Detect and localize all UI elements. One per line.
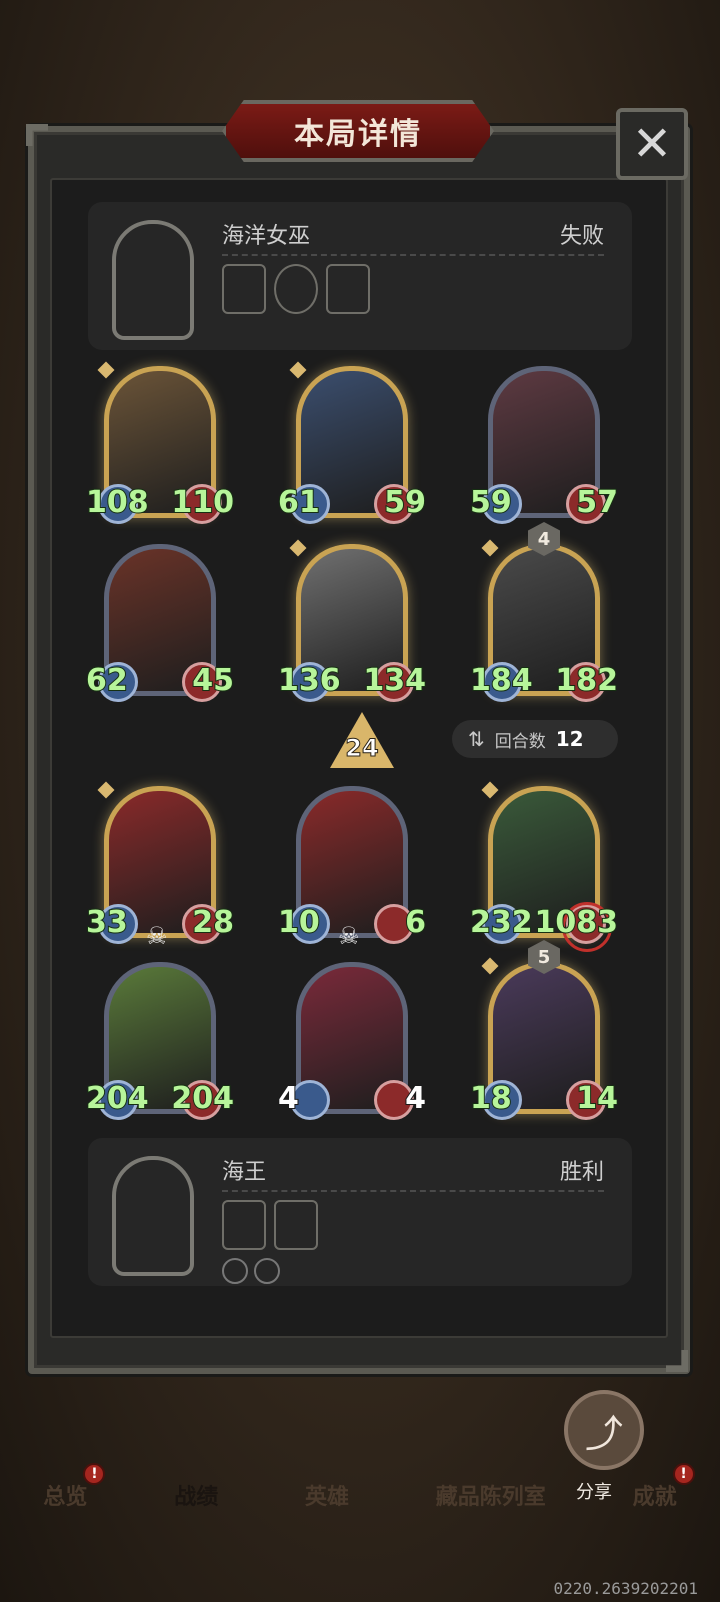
tab-label: 战绩 — [174, 1485, 219, 1510]
divider — [222, 254, 604, 256]
unit-card[interactable]: 44 — [277, 958, 427, 1120]
notification-badge: ! — [83, 1463, 106, 1485]
winner-traits — [222, 1258, 280, 1284]
golden-gem-icon — [481, 539, 499, 557]
divider — [222, 1190, 604, 1192]
bottom-tab-bar: 总览 ! 战绩 英雄 藏品陈列室 成就 ! — [0, 1460, 720, 1530]
rounds-value: 12 — [555, 727, 584, 751]
unit-card[interactable]: 204 204 — [85, 958, 235, 1120]
attack-value: 184 — [469, 662, 534, 699]
tab-overview[interactable]: 总览 ! — [43, 1463, 106, 1511]
attack-value: 59 — [469, 484, 513, 521]
golden-gem-icon — [289, 361, 307, 379]
attack-value: 232 — [469, 904, 534, 941]
claw-trait-icon[interactable] — [254, 1258, 280, 1284]
unit-card[interactable]: 61 59 — [277, 361, 427, 524]
hero-item-icon[interactable] — [222, 1200, 266, 1250]
health-value: 59 — [383, 484, 427, 521]
health-value: 45 — [191, 662, 235, 699]
golden-gem-icon — [97, 781, 115, 799]
tab-record[interactable]: 战绩 — [174, 1479, 218, 1511]
attack-value: 10 — [277, 904, 321, 941]
sword-trait-icon[interactable] — [222, 1258, 248, 1284]
attack-value: 18 — [469, 1080, 513, 1117]
close-icon: ✕ — [631, 116, 673, 172]
unit-card[interactable]: 136 134 — [277, 539, 427, 702]
unit-card[interactable]: 5 18 14 — [469, 940, 619, 1120]
tab-achievements[interactable]: 成就 ! — [632, 1463, 695, 1511]
opponent-portrait[interactable] — [112, 220, 194, 340]
book-icon[interactable] — [326, 264, 370, 314]
health-value: 14 — [575, 1080, 619, 1117]
tab-label: 英雄 — [304, 1485, 349, 1510]
golden-gem-icon — [97, 361, 115, 379]
unit-card[interactable]: 59 57 — [469, 362, 619, 524]
tab-label: 成就 — [632, 1485, 677, 1510]
close-button[interactable]: ✕ — [616, 108, 688, 180]
tab-label: 总览 — [43, 1485, 88, 1510]
book-icon[interactable] — [274, 1200, 318, 1250]
rounds-label: 回合数 — [494, 731, 546, 752]
health-value: 57 — [575, 484, 619, 521]
winner-player-card[interactable]: 海王 胜利 — [88, 1138, 632, 1286]
unit-card[interactable]: 4 184 182 — [469, 522, 619, 702]
winner-result: 胜利 — [559, 1160, 604, 1185]
orb-icon[interactable] — [274, 264, 318, 314]
unit-card[interactable]: 10 6 ☠ — [277, 782, 427, 950]
opponent-player-card[interactable]: 海洋女巫 失败 — [88, 202, 632, 350]
attack-value: 33 — [85, 904, 129, 941]
unit-card[interactable]: 33 28 ☠ — [85, 781, 235, 950]
tab-heroes[interactable]: 英雄 — [305, 1479, 349, 1511]
notification-badge: ! — [672, 1463, 695, 1485]
health-value: 4 — [404, 1080, 427, 1117]
cauldron-icon[interactable] — [222, 264, 266, 314]
golden-gem-icon — [481, 781, 499, 799]
tab-label: 藏品陈列室 — [435, 1485, 546, 1510]
skull-icon: ☠ — [338, 922, 360, 950]
health-value: 6 — [404, 904, 427, 941]
attack-value: 61 — [277, 484, 321, 521]
rounds-counter: ⇅ 回合数 12 — [452, 720, 618, 758]
golden-gem-icon — [289, 539, 307, 557]
level-value: 24 — [345, 734, 379, 763]
winner-name: 海王 — [222, 1160, 267, 1185]
winner-items — [222, 1200, 318, 1250]
session-id: 0220.2639202201 — [553, 1579, 699, 1598]
health-value: 1083 — [534, 904, 619, 941]
health-value: 204 — [170, 1080, 235, 1117]
tab-collection[interactable]: 藏品陈列室 — [436, 1479, 546, 1511]
health-value: 28 — [191, 904, 235, 941]
attack-value: 4 — [277, 1080, 300, 1117]
opponent-name: 海洋女巫 — [222, 224, 311, 249]
swap-icon: ⇅ — [468, 727, 485, 751]
opponent-items — [222, 264, 370, 314]
unit-card[interactable]: 62 45 — [85, 540, 235, 702]
skull-icon: ☠ — [146, 922, 168, 950]
winner-portrait[interactable] — [112, 1156, 194, 1276]
unit-card[interactable]: 108 110 — [85, 361, 235, 524]
attack-value: 108 — [85, 484, 150, 521]
panel-title: 本局详情 — [294, 117, 422, 152]
unit-card[interactable]: 232 1083 — [469, 781, 619, 952]
share-button[interactable]: ⤴ — [564, 1390, 644, 1470]
attack-value: 204 — [85, 1080, 150, 1117]
opponent-result: 失败 — [559, 224, 604, 249]
share-icon: ⤴ — [584, 1411, 623, 1456]
title-plate: 本局详情 — [222, 100, 494, 162]
attack-value: 62 — [85, 662, 129, 699]
golden-gem-icon — [481, 957, 499, 975]
health-value: 110 — [170, 484, 235, 521]
health-value: 134 — [362, 662, 427, 699]
health-value: 182 — [554, 662, 619, 699]
attack-value: 136 — [277, 662, 342, 699]
